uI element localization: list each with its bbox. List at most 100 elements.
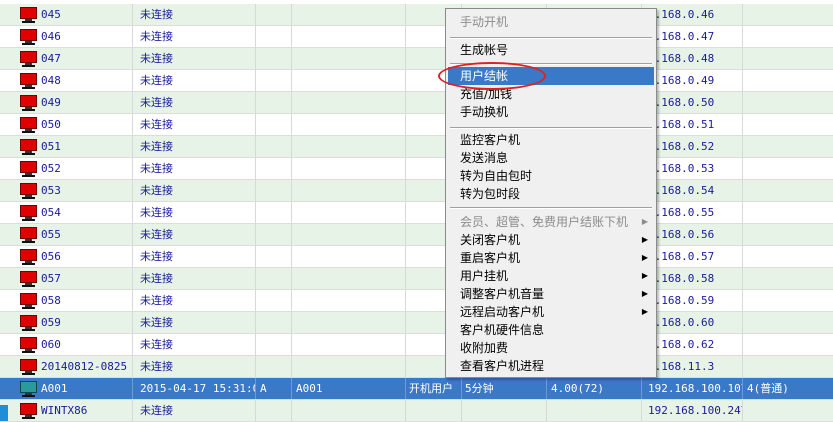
user-cell — [292, 158, 406, 179]
table-row[interactable]: 051 未连接 2.168.0.52 — [0, 136, 833, 158]
table-row[interactable]: 059 未连接 2.168.0.60 — [0, 312, 833, 334]
connection-status-cell: 未连接 — [133, 246, 256, 267]
monitor-red-icon — [20, 183, 37, 199]
ip-cell: 2.168.0.52 — [642, 136, 743, 157]
table-row[interactable]: 046 未连接 2.168.0.47 — [0, 26, 833, 48]
ip-cell: 2.168.0.53 — [642, 158, 743, 179]
menu-item[interactable]: 用户结帐 — [448, 67, 654, 85]
monitor-red-icon — [20, 359, 37, 375]
table-row[interactable]: 048 未连接 2.168.0.49 — [0, 70, 833, 92]
user-cell — [292, 246, 406, 267]
monitor-red-icon — [20, 227, 37, 243]
user-cell — [292, 4, 406, 25]
mode-cell — [256, 158, 292, 179]
level-cell: 4(普通) — [747, 382, 789, 395]
mode-cell — [256, 246, 292, 267]
ip-cell: 2.168.0.62 — [642, 334, 743, 355]
table-row[interactable]: 050 未连接 2.168.0.51 — [0, 114, 833, 136]
menu-item[interactable]: 远程启动客户机 ▶ — [448, 303, 654, 321]
menu-item[interactable]: 客户机硬件信息 — [448, 321, 654, 339]
menu-item[interactable]: 查看客户机进程 — [448, 357, 654, 375]
mode-cell: A — [256, 378, 292, 399]
table-row[interactable]: 045 未连接 2.168.0.46 — [0, 4, 833, 26]
ip-cell: 192.168.100.107 — [642, 378, 743, 399]
ip-cell: 2.168.0.48 — [642, 48, 743, 69]
connection-status-cell: 未连接 — [133, 312, 256, 333]
connection-status-cell: 未连接 — [133, 180, 256, 201]
monitor-red-icon — [20, 337, 37, 353]
table-row[interactable]: A001 2015-04-17 15:31:03 A A001 开机用户 5分钟 4.00(… — [0, 378, 833, 400]
table-row[interactable]: 054 未连接 2.168.0.55 — [0, 202, 833, 224]
menu-item-label: 远程启动客户机 — [460, 305, 545, 319]
menu-item-label: 客户机硬件信息 — [460, 323, 545, 337]
connection-status-cell: 未连接 — [133, 136, 256, 157]
menu-item[interactable]: 调整客户机音量 ▶ — [448, 285, 654, 303]
ip-cell: 2.168.0.50 — [642, 92, 743, 113]
monitor-red-icon — [20, 293, 37, 309]
ip-cell: 2.168.0.51 — [642, 114, 743, 135]
menu-item-label: 转为自由包时 — [460, 169, 533, 183]
menu-item[interactable]: 重启客户机 ▶ — [448, 249, 654, 267]
level-cell — [743, 114, 833, 135]
mode-cell — [256, 114, 292, 135]
menu-item[interactable]: 转为包时段 — [448, 185, 654, 203]
fee-cell: 4.00(72) — [547, 378, 642, 399]
table-row[interactable]: 056 未连接 2.168.0.57 — [0, 246, 833, 268]
user-cell — [292, 26, 406, 47]
table-row[interactable]: 20140812-0825 未连接 2.168.11.3 — [0, 356, 833, 378]
ip-cell: 192.168.100.247 — [642, 400, 743, 421]
menu-item[interactable]: 充值/加钱 — [448, 85, 654, 103]
mode-cell — [256, 26, 292, 47]
monitor-red-icon — [20, 249, 37, 265]
table-row[interactable]: 049 未连接 2.168.0.50 — [0, 92, 833, 114]
level-cell — [743, 400, 833, 421]
menu-item-label: 查看客户机进程 — [460, 359, 545, 373]
monitor-red-icon — [20, 73, 37, 89]
menu-item[interactable]: 发送消息 — [448, 149, 654, 167]
level-cell — [743, 202, 833, 223]
table-row[interactable]: 047 未连接 2.168.0.48 — [0, 48, 833, 70]
user-cell — [292, 224, 406, 245]
level-cell — [743, 70, 833, 91]
table-row[interactable]: WINTX86 未连接 192.168.100.247 — [0, 400, 833, 422]
context-menu: 手动开机 生成帐号 用户结帐 充值/加钱 手动换机 监控客户机 发送消息 转为自由包时 转为包时… — [445, 8, 657, 378]
ip-cell: 2.168.0.55 — [642, 202, 743, 223]
menu-item[interactable]: 手动换机 — [448, 103, 654, 121]
level-cell — [743, 180, 833, 201]
menu-item[interactable]: 生成帐号 — [448, 41, 654, 59]
menu-item-label: 收附加费 — [460, 341, 509, 355]
menu-item[interactable]: 收附加费 — [448, 339, 654, 357]
table-row[interactable]: 055 未连接 2.168.0.56 — [0, 224, 833, 246]
connection-status-cell: 未连接 — [133, 268, 256, 289]
menu-item[interactable]: 监控客户机 — [448, 131, 654, 149]
level-cell — [743, 136, 833, 157]
table-row[interactable]: 058 未连接 2.168.0.59 — [0, 290, 833, 312]
mode-cell — [256, 268, 292, 289]
mode-cell — [256, 356, 292, 377]
mode-cell — [256, 312, 292, 333]
user-cell — [292, 114, 406, 135]
menu-item: 会员、超管、免费用户结账下机 ▶ — [448, 213, 654, 231]
table-row[interactable]: 060 未连接 2.168.0.62 — [0, 334, 833, 356]
user-cell — [292, 70, 406, 91]
mode-cell — [256, 4, 292, 25]
monitor-red-icon — [20, 117, 37, 133]
state-cell: 开机用户 — [406, 378, 462, 399]
menu-item[interactable]: 转为自由包时 — [448, 167, 654, 185]
level-cell — [743, 290, 833, 311]
ip-cell: 2.168.0.59 — [642, 290, 743, 311]
user-cell — [292, 180, 406, 201]
menu-item-label: 用户结帐 — [460, 69, 509, 83]
start-time-cell: 2015-04-17 15:31:03 — [133, 378, 256, 399]
table-row[interactable]: 057 未连接 2.168.0.58 — [0, 268, 833, 290]
menu-item[interactable]: 关闭客户机 ▶ — [448, 231, 654, 249]
table-row[interactable]: 053 未连接 2.168.0.54 — [0, 180, 833, 202]
menu-item-label: 发送消息 — [460, 151, 509, 165]
mode-cell — [256, 70, 292, 91]
menu-item-label: 调整客户机音量 — [460, 287, 545, 301]
user-cell — [292, 202, 406, 223]
table-row[interactable]: 052 未连接 2.168.0.53 — [0, 158, 833, 180]
ip-cell: 2.168.0.49 — [642, 70, 743, 91]
menu-item[interactable]: 用户挂机 ▶ — [448, 267, 654, 285]
connection-status-cell: 未连接 — [133, 158, 256, 179]
